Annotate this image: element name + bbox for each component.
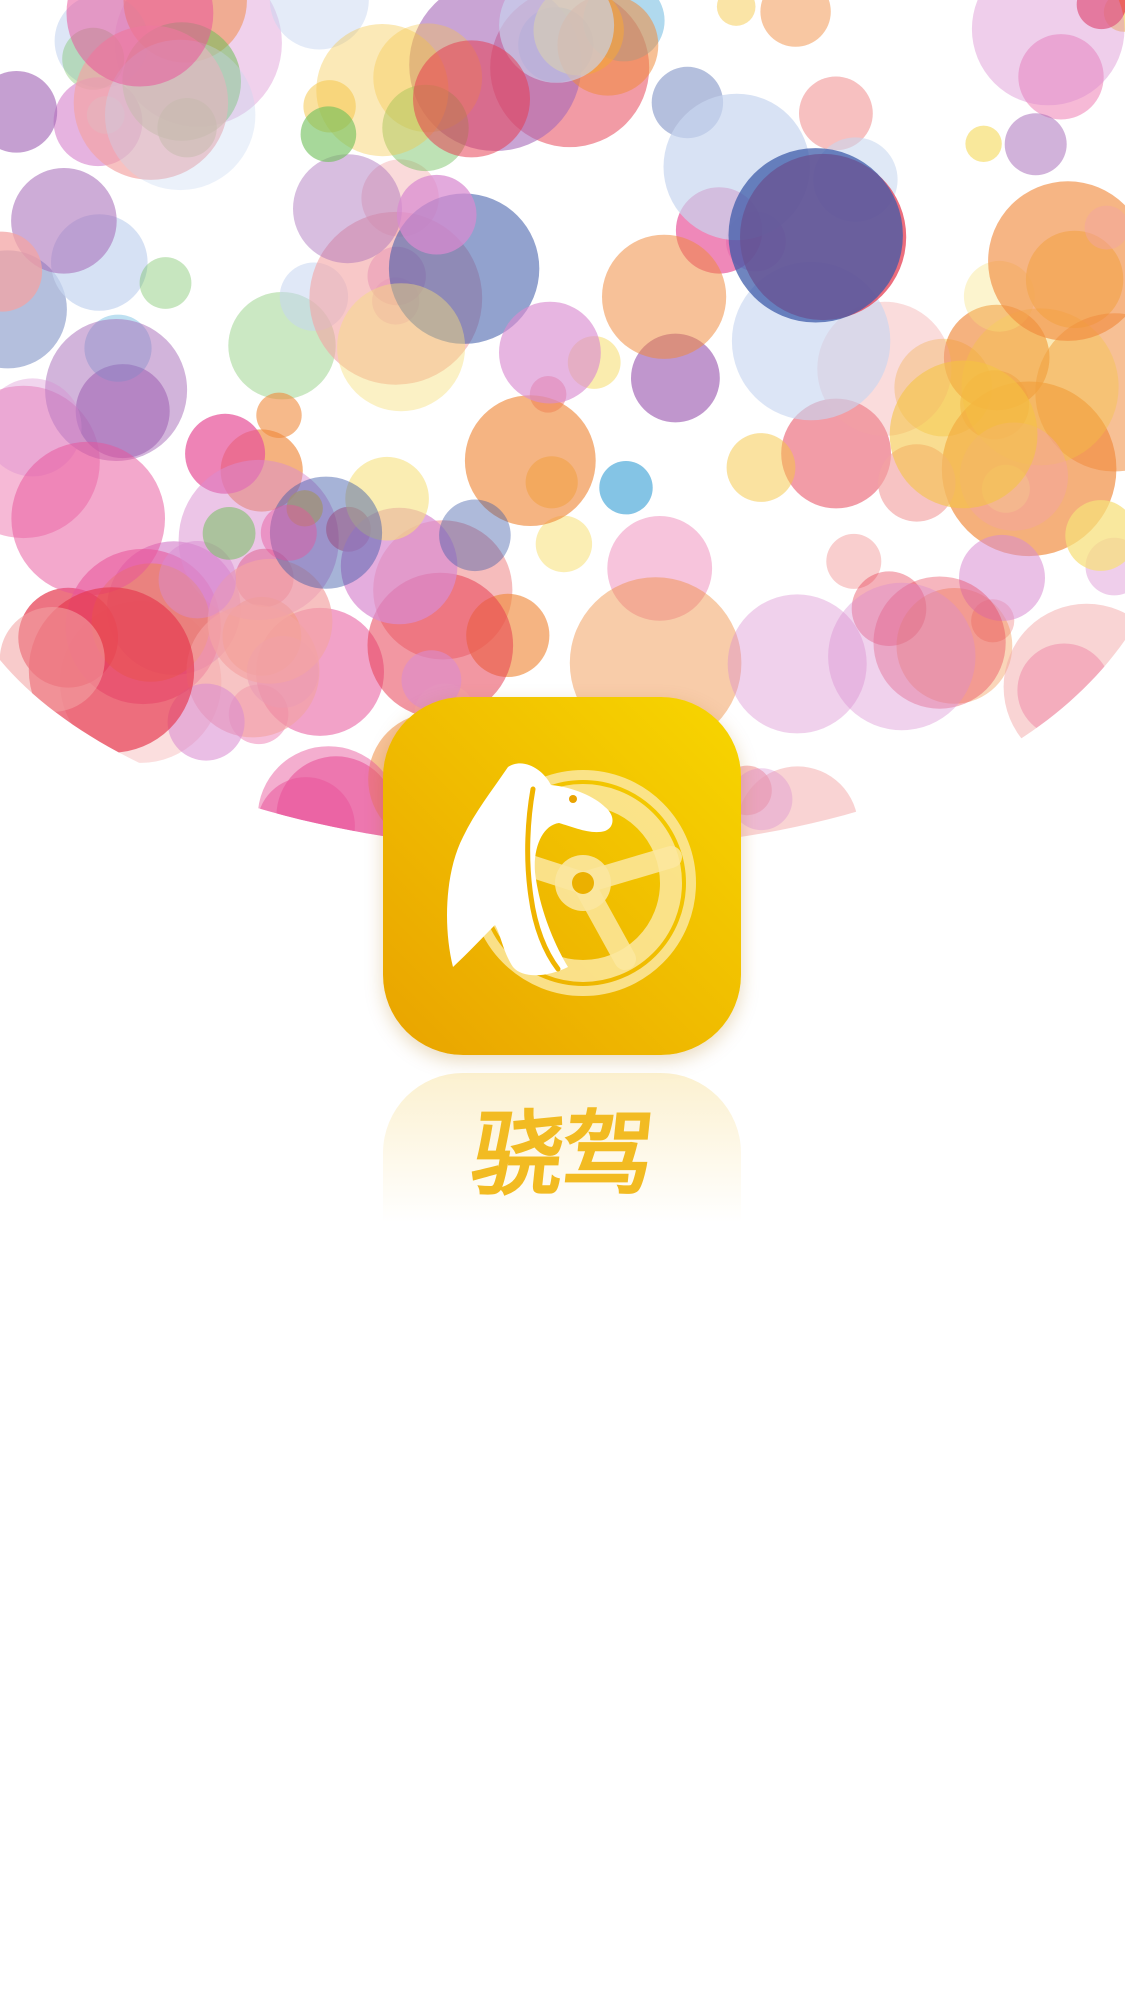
bubble-decoration — [293, 154, 402, 264]
bubble-decoration — [300, 106, 357, 162]
bubble-decoration — [727, 594, 867, 734]
bubble-decoration — [1004, 113, 1067, 176]
bubble-decoration — [965, 125, 1002, 162]
splash-screen: 骁驾 — [0, 0, 1125, 2001]
bubble-decoration — [396, 174, 477, 255]
app-logo-icon — [383, 697, 741, 1055]
bubble-decoration — [140, 812, 188, 850]
bubble-decoration — [889, 360, 1038, 509]
bubble-decoration — [11, 441, 165, 596]
bubble-decoration — [202, 507, 256, 560]
bubble-decoration — [728, 148, 903, 323]
bubble-decoration — [139, 257, 192, 309]
bubble-decoration — [337, 283, 466, 412]
bubble-decoration — [1011, 718, 1125, 850]
bubble-decoration — [413, 40, 530, 158]
bubble-decoration — [859, 826, 912, 850]
horse-steering-wheel-icon — [383, 697, 741, 1055]
bubble-decoration — [260, 504, 317, 561]
bubble-decoration — [602, 234, 727, 359]
bubble-decoration — [439, 499, 511, 572]
bubble-decoration — [256, 392, 302, 438]
bubble-decoration — [499, 301, 601, 404]
bubble-decoration — [599, 461, 653, 515]
bubble-decoration — [726, 433, 796, 502]
app-name-label: 骁驾 — [466, 1101, 658, 1208]
bubble-decoration — [0, 607, 105, 712]
